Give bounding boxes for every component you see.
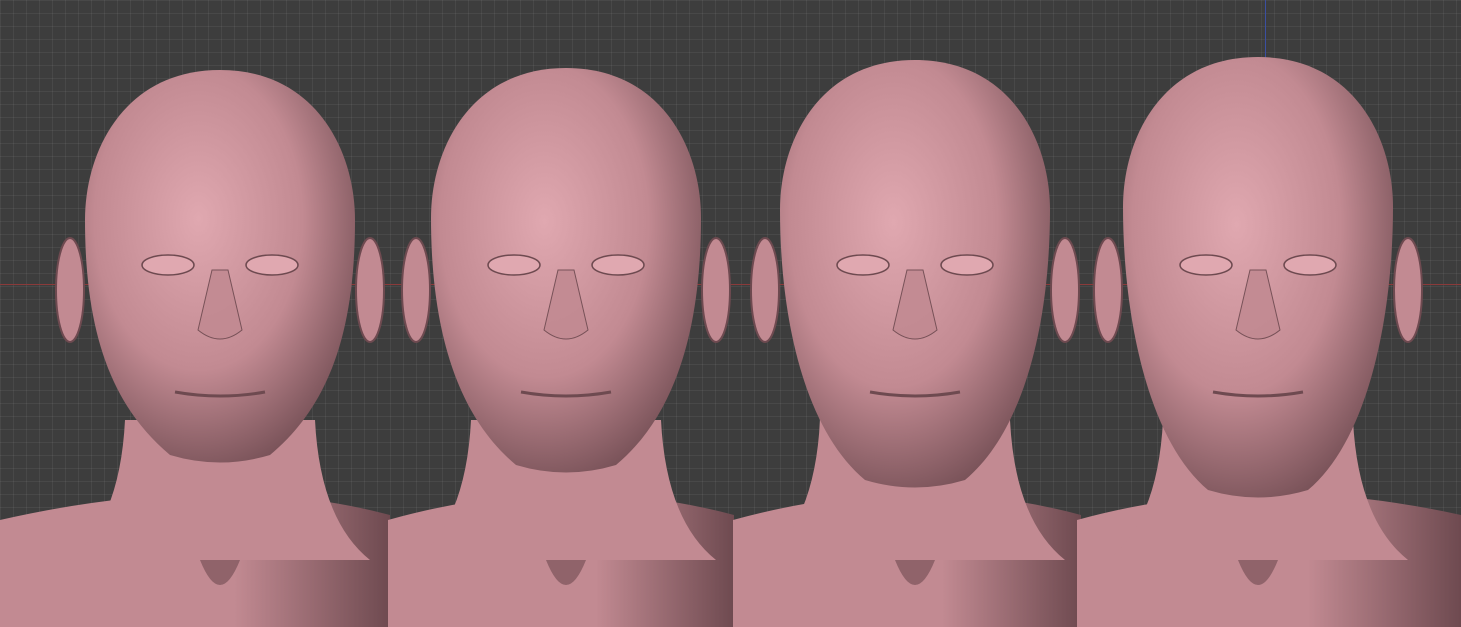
left-eye xyxy=(141,254,195,276)
right-ear xyxy=(701,237,731,343)
left-eye xyxy=(487,254,541,276)
head-model-2[interactable] xyxy=(388,0,734,627)
left-ear xyxy=(1093,237,1123,343)
head-model-4[interactable] xyxy=(1077,0,1461,627)
3d-viewport[interactable] xyxy=(0,0,1461,627)
right-eye xyxy=(940,254,994,276)
right-ear xyxy=(1050,237,1080,343)
left-eye xyxy=(836,254,890,276)
right-ear xyxy=(1393,237,1423,343)
left-ear xyxy=(55,237,85,343)
right-eye xyxy=(591,254,645,276)
left-ear xyxy=(750,237,780,343)
right-eye xyxy=(1283,254,1337,276)
head-model-1[interactable] xyxy=(0,0,390,627)
head-model-3[interactable] xyxy=(733,0,1081,627)
left-ear xyxy=(401,237,431,343)
left-eye xyxy=(1179,254,1233,276)
head-shape xyxy=(85,70,355,463)
right-ear xyxy=(355,237,385,343)
right-eye xyxy=(245,254,299,276)
